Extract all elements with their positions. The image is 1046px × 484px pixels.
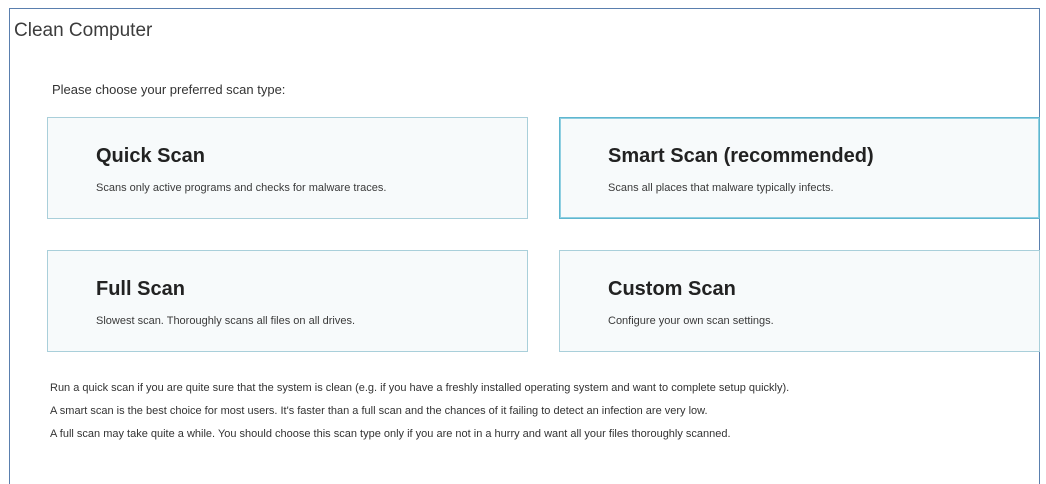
smart-scan-description: Scans all places that malware typically … [608, 182, 834, 194]
custom-scan-description: Configure your own scan settings. [608, 315, 774, 327]
smart-scan-note: A smart scan is the best choice for most… [50, 405, 708, 417]
quick-scan-title: Quick Scan [96, 145, 205, 167]
custom-scan-title: Custom Scan [608, 278, 736, 300]
custom-scan-option[interactable]: Custom Scan Configure your own scan sett… [559, 250, 1040, 352]
full-scan-option[interactable]: Full Scan Slowest scan. Thoroughly scans… [47, 250, 528, 352]
smart-scan-title: Smart Scan (recommended) [608, 145, 874, 167]
scan-type-notes: Run a quick scan if you are quite sure t… [50, 381, 789, 450]
full-scan-note: A full scan may take quite a while. You … [50, 428, 731, 440]
page-title: Clean Computer [14, 20, 153, 41]
smart-scan-option[interactable]: Smart Scan (recommended) Scans all place… [559, 117, 1040, 219]
quick-scan-description: Scans only active programs and checks fo… [96, 182, 387, 194]
scan-type-prompt: Please choose your preferred scan type: [52, 82, 286, 97]
quick-scan-note: Run a quick scan if you are quite sure t… [50, 382, 790, 394]
quick-scan-option[interactable]: Quick Scan Scans only active programs an… [47, 117, 528, 219]
full-scan-title: Full Scan [96, 278, 185, 300]
full-scan-description: Slowest scan. Thoroughly scans all files… [96, 315, 356, 327]
